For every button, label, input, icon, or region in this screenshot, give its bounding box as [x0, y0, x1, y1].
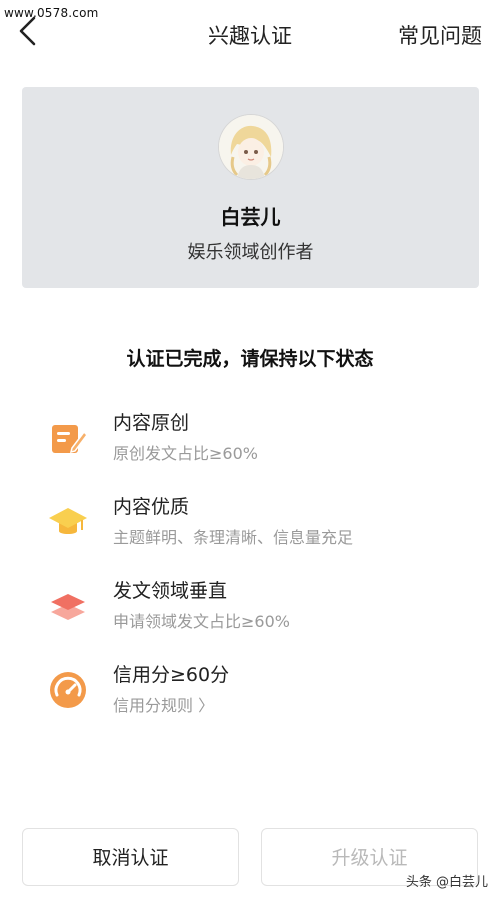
requirement-title: 信用分≥60分 [113, 664, 230, 686]
pen-paper-icon [48, 418, 88, 458]
requirement-quality: 内容优质 主题鲜明、条理清晰、信息量充足 [0, 492, 500, 562]
profile-field: 娱乐领域创作者 [187, 242, 314, 263]
requirement-subtitle: 申请领域发文占比≥60% [113, 612, 290, 631]
gauge-icon [48, 670, 88, 710]
nav-bar: 兴趣认证 常见问题 [0, 0, 500, 66]
requirement-title: 内容优质 [113, 496, 190, 518]
status-title: 认证已完成，请保持以下状态 [126, 348, 374, 370]
cancel-certification-button[interactable]: 取消认证 [22, 828, 239, 886]
avatar-illustration [219, 115, 283, 179]
profile-name: 白芸儿 [220, 205, 281, 229]
watermark-bottom: 头条 @白芸儿 [405, 875, 488, 890]
requirement-credit: 信用分≥60分 信用分规则 〉 [0, 660, 500, 730]
avatar [219, 115, 283, 179]
requirement-vertical: 发文领域垂直 申请领域发文占比≥60% [0, 576, 500, 646]
requirement-original: 内容原创 原创发文占比≥60% [0, 408, 500, 478]
layers-icon [48, 586, 88, 626]
faq-link[interactable]: 常见问题 [398, 20, 482, 50]
requirement-title: 内容原创 [113, 412, 190, 434]
graduation-cap-icon [48, 502, 88, 542]
credit-rules-link[interactable]: 信用分规则 〉 [113, 692, 214, 716]
requirement-subtitle: 主题鲜明、条理清晰、信息量充足 [113, 528, 354, 547]
profile-card: 白芸儿 娱乐领域创作者 [22, 87, 479, 288]
requirement-title: 发文领域垂直 [113, 580, 228, 602]
requirement-subtitle: 原创发文占比≥60% [113, 444, 258, 463]
